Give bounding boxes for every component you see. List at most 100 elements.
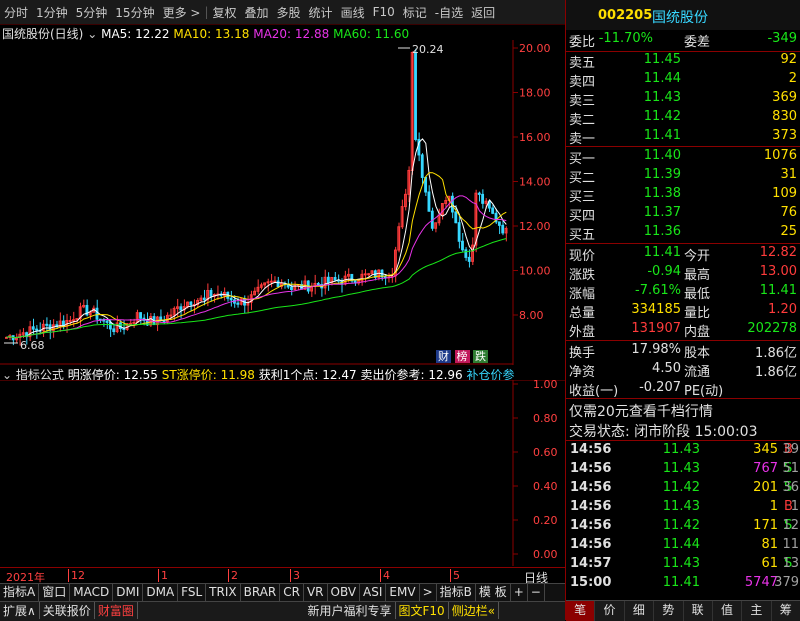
tick-time: 14:56 xyxy=(570,518,612,533)
quote-footer-tab-7[interactable]: 筹 xyxy=(772,601,800,621)
tick-price: 11.43 xyxy=(662,499,700,514)
tab-14[interactable]: 指标B xyxy=(437,584,476,601)
promo-link[interactable]: 仅需20元查看千档行情 xyxy=(569,401,713,421)
quote-footer-tab-1[interactable]: 价 xyxy=(595,601,625,621)
related-quote-button[interactable]: 关联报价 xyxy=(40,602,95,619)
quote-panel: 002205 国统股份 委比 -11.70% 委差 -349 卖五 11.45 92 卖四 11… xyxy=(565,0,800,621)
toolbar-item-12[interactable]: -自选 xyxy=(431,4,467,21)
expand-button[interactable]: 扩展∧ xyxy=(0,602,40,619)
buy-level-label: 买二 xyxy=(569,171,596,186)
indicator-panel[interactable]: 1.00 0.80 0.60 0.40 0.20 0.00 xyxy=(0,380,565,566)
chevron-down-icon[interactable]: ⌄ xyxy=(87,27,97,41)
toolbar-item-2[interactable]: 5分钟 xyxy=(72,4,112,21)
stat-label: PE(动) xyxy=(684,384,724,399)
tick-time: 15:00 xyxy=(570,575,612,590)
quote-footer-tab-3[interactable]: 势 xyxy=(654,601,684,621)
high-price-label: 20.24 xyxy=(412,43,444,56)
toolbar-item-6[interactable]: 叠加 xyxy=(241,4,273,21)
tick-count: 379 xyxy=(774,575,799,590)
buy-level-label: 买三 xyxy=(569,190,596,205)
toolbar-item-4[interactable]: 更多 > xyxy=(159,4,205,21)
stat-value: 1.86亿 xyxy=(755,365,797,380)
tab-12[interactable]: EMV xyxy=(386,584,420,601)
tab-3[interactable]: DMI xyxy=(113,584,144,601)
tab-16[interactable]: + xyxy=(511,584,528,601)
candle-body xyxy=(132,321,136,324)
sell-level-label: 卖一 xyxy=(569,132,596,147)
quote-footer-tab-5[interactable]: 值 xyxy=(713,601,743,621)
toolbar-item-7[interactable]: 多股 xyxy=(273,4,305,21)
quote-footer-tab-2[interactable]: 细 xyxy=(625,601,655,621)
toolbar-item-10[interactable]: F10 xyxy=(369,5,399,19)
toolbar-item-8[interactable]: 统计 xyxy=(305,4,337,21)
stat-value: 131907 xyxy=(631,321,681,336)
tab-7[interactable]: BRAR xyxy=(241,584,281,601)
candle-body xyxy=(202,297,206,301)
candle-body xyxy=(481,193,485,204)
candle-body xyxy=(105,320,109,323)
buy-level-label: 买一 xyxy=(569,152,596,167)
tick-time: 14:57 xyxy=(570,556,612,571)
toolbar-item-11[interactable]: 标记 xyxy=(399,4,431,21)
tick-price: 11.43 xyxy=(662,442,700,457)
tick-volume: 5747 xyxy=(744,575,778,590)
tab-13[interactable]: > xyxy=(420,584,437,601)
tab-5[interactable]: FSL xyxy=(178,584,207,601)
sell-level-price: 11.44 xyxy=(643,71,681,86)
toolbar-item-5[interactable]: 复权 xyxy=(209,4,241,21)
toolbar-item-9[interactable]: 画线 xyxy=(337,4,369,21)
toolbar-item-0[interactable]: 分时 xyxy=(0,4,32,21)
tick-price: 11.41 xyxy=(662,575,700,590)
candle-body xyxy=(209,289,213,297)
tab-17[interactable]: − xyxy=(528,584,545,601)
x-axis-label: 12 xyxy=(68,569,85,582)
tab-0[interactable]: 指标A xyxy=(0,584,40,601)
quote-footer-tab-4[interactable]: 联 xyxy=(684,601,713,621)
sell-level-price: 11.43 xyxy=(643,90,681,105)
badge-cai[interactable]: 财 xyxy=(436,350,451,363)
candle-body xyxy=(467,256,471,262)
tick-price: 11.42 xyxy=(662,480,700,495)
tab-4[interactable]: DMA xyxy=(143,584,179,601)
badge-die[interactable]: 跌 xyxy=(473,350,488,363)
wealth-circle-button[interactable]: 财富圈 xyxy=(95,602,138,619)
tick-count: 39 xyxy=(782,442,799,457)
tab-11[interactable]: ASI xyxy=(360,584,387,601)
f10-button[interactable]: 图文F10 xyxy=(396,602,449,619)
tab-2[interactable]: MACD xyxy=(70,584,114,601)
stat-value: 1.20 xyxy=(768,302,797,317)
x-axis-label: 1 xyxy=(158,569,168,582)
tab-6[interactable]: TRIX xyxy=(206,584,241,601)
toolbar-item-13[interactable]: 返回 xyxy=(467,4,499,21)
quote-footer-tab-6[interactable]: 主 xyxy=(742,601,772,621)
tab-1[interactable]: 窗口 xyxy=(39,584,71,601)
stat-label: 总量 xyxy=(569,306,596,321)
kline-chart[interactable]: 20.00 18.00 16.00 14.00 12.00 10.00 8.00 20.24 6… xyxy=(0,40,565,365)
buy-level-price: 11.38 xyxy=(643,186,681,201)
tab-15[interactable]: 模 板 xyxy=(476,584,511,601)
sidebar-toggle[interactable]: 侧边栏« xyxy=(449,602,500,619)
tab-9[interactable]: VR xyxy=(304,584,328,601)
candle-body xyxy=(273,280,277,283)
candle-body xyxy=(454,211,458,224)
buy-level-volume: 109 xyxy=(772,186,797,201)
badge-bang[interactable]: 榜 xyxy=(454,350,470,363)
stat-label: 股本 xyxy=(684,346,711,361)
candle-body xyxy=(290,286,293,290)
tick-price: 11.43 xyxy=(662,556,700,571)
tab-10[interactable]: OBV xyxy=(328,584,361,601)
stock-name: 国统股份 xyxy=(652,10,708,26)
quote-footer-tab-0[interactable]: 笔 xyxy=(566,601,596,621)
candle-body xyxy=(108,321,112,330)
stat-label: 外盘 xyxy=(569,325,596,340)
candle-body xyxy=(414,51,417,140)
candle-body xyxy=(31,326,35,330)
chart-title[interactable]: 国统股份(日线) xyxy=(2,27,83,41)
buy-level-price: 11.36 xyxy=(643,224,681,239)
buy-level-price: 11.37 xyxy=(643,205,681,220)
toolbar-item-3[interactable]: 15分钟 xyxy=(111,4,158,21)
toolbar-item-1[interactable]: 1分钟 xyxy=(32,4,72,21)
tab-8[interactable]: CR xyxy=(280,584,304,601)
buy-level-price: 11.40 xyxy=(643,148,681,163)
new-user-benefit[interactable]: 新用户福利专享 xyxy=(304,602,396,619)
